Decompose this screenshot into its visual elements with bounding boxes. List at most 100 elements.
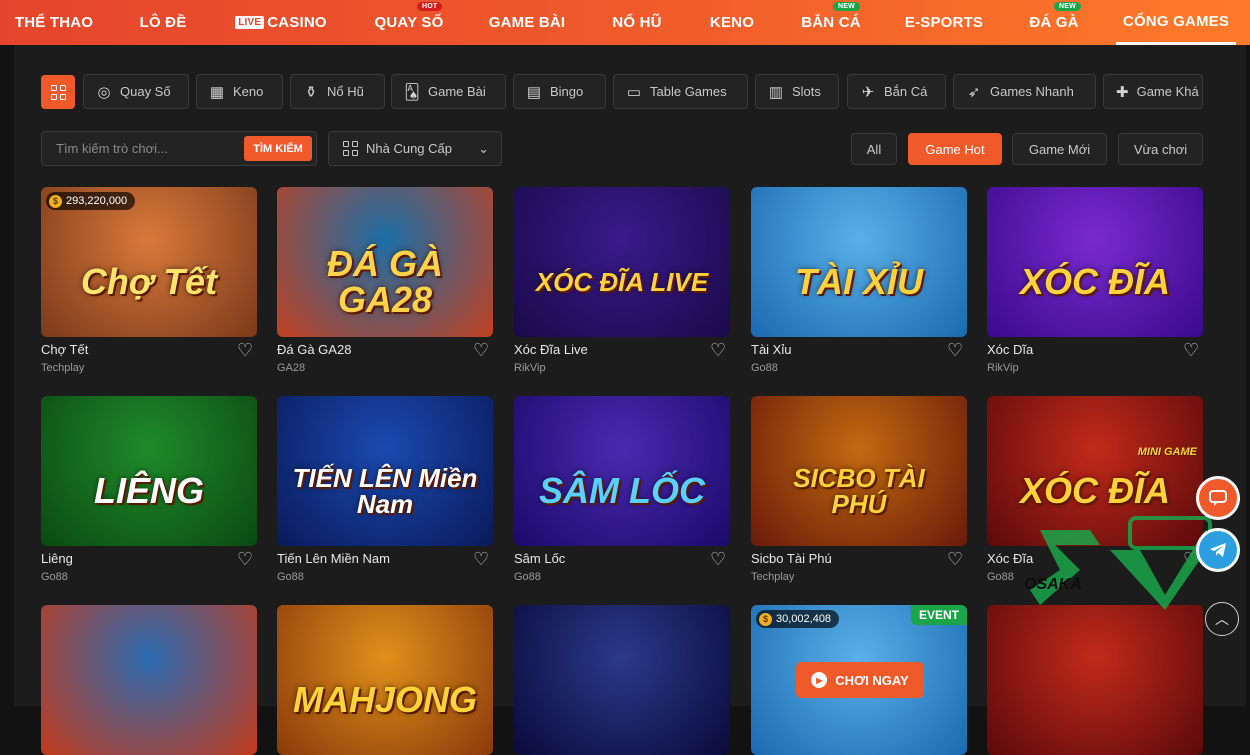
favorite-heart-icon[interactable]: ♡ — [710, 550, 728, 568]
game-provider: Go88 — [751, 362, 778, 374]
puzzle-icon: ✚ — [1116, 83, 1129, 101]
game-card[interactable]: TIẾN LÊN Miền Nam Tiến Lên Miền Nam Go88 ♡ — [277, 396, 493, 583]
nav-item-game-bai[interactable]: GAME BÀI — [482, 0, 572, 45]
nav-item-casino[interactable]: LIVE CASINO — [228, 0, 334, 45]
favorite-heart-icon[interactable]: ♡ — [1183, 341, 1201, 359]
category-no-hu[interactable]: ⚱ Nổ Hũ — [290, 74, 385, 109]
favorite-heart-icon[interactable]: ♡ — [237, 341, 255, 359]
filter-game-hot[interactable]: Game Hot — [908, 133, 1002, 165]
category-keno[interactable]: ▦ Keno — [196, 74, 283, 109]
category-quay-so[interactable]: ◎ Quay Số — [83, 74, 189, 109]
nav-label: GAME BÀI — [488, 14, 566, 31]
game-provider: RikVip — [987, 362, 1019, 374]
nav-item-no-hu[interactable]: NỔ HŨ — [604, 0, 670, 45]
game-thumbnail[interactable]: XÓC ĐĨA — [987, 187, 1203, 337]
nav-item-da-ga[interactable]: ĐÁ GÀ NEW — [1020, 0, 1088, 45]
search-input[interactable] — [42, 132, 242, 165]
game-thumbnail[interactable]: SICBO TÀI PHÚ — [751, 396, 967, 546]
game-card[interactable]: $30,002,408 EVENT ▶ CHƠI NGAY — [751, 605, 967, 755]
game-thumbnail[interactable]: XÓC ĐĨA LIVE — [514, 187, 730, 337]
game-thumbnail[interactable]: LIÊNG — [41, 396, 257, 546]
game-thumbnail[interactable]: TÀI XỈU — [751, 187, 967, 337]
category-games-nhanh[interactable]: ➶ Games Nhanh — [953, 74, 1096, 109]
jackpot-badge: $293,220,000 — [46, 192, 136, 210]
favorite-heart-icon[interactable]: ♡ — [473, 341, 491, 359]
nav-item-cong-games[interactable]: CỔNG GAMES — [1116, 0, 1236, 45]
category-table-games[interactable]: ▭ Table Games — [613, 74, 748, 109]
category-label: Games Nhanh — [990, 84, 1074, 99]
nav-item-e-sports[interactable]: E-SPORTS — [898, 0, 990, 45]
play-now-label: CHƠI NGAY — [835, 672, 909, 688]
game-card[interactable]: Chợ Tết $293,220,000 Chợ Tết Techplay ♡ — [41, 187, 257, 374]
slots-icon: ▥ — [768, 83, 784, 101]
game-card[interactable] — [514, 605, 730, 755]
game-name: Chợ Tết — [41, 342, 89, 357]
game-card[interactable] — [41, 605, 257, 755]
scroll-to-top-button[interactable]: ︿ — [1205, 602, 1239, 636]
game-card[interactable]: XÓC ĐĨA LIVE Xóc Đĩa Live RikVip ♡ — [514, 187, 730, 374]
game-card[interactable]: TÀI XỈU Tài Xỉu Go88 ♡ — [751, 187, 967, 374]
category-ban-ca[interactable]: ✈ Bắn Cá — [847, 74, 946, 109]
category-label: Bingo — [550, 84, 584, 99]
nav-item-lo-de[interactable]: LÔ ĐỀ — [125, 0, 201, 45]
game-card[interactable] — [987, 605, 1203, 755]
nav-item-the-thao[interactable]: THỂ THAO — [8, 0, 100, 45]
new-badge: NEW — [1054, 2, 1081, 11]
telegram-button[interactable] — [1196, 528, 1240, 572]
game-thumbnail[interactable]: Chợ Tết $293,220,000 — [41, 187, 257, 337]
game-thumbnail[interactable]: ĐÁ GÀ GA28 — [277, 187, 493, 337]
game-thumbnail[interactable] — [987, 605, 1203, 755]
game-card[interactable]: LIÊNG Liêng Go88 ♡ — [41, 396, 257, 583]
game-provider: Go88 — [277, 571, 304, 583]
game-card[interactable]: ĐÁ GÀ GA28 Đá Gà GA28 GA28 ♡ — [277, 187, 493, 374]
mini-game-label: MINI GAME — [1137, 446, 1197, 458]
new-badge: NEW — [833, 2, 860, 11]
game-card[interactable]: MAHJONG — [277, 605, 493, 755]
game-thumbnail[interactable]: $30,002,408 EVENT ▶ CHƠI NGAY — [751, 605, 967, 755]
favorite-heart-icon[interactable]: ♡ — [473, 550, 491, 568]
provider-select[interactable]: Nhà Cung Cấp ⌄ — [328, 131, 502, 166]
event-badge: EVENT — [910, 605, 967, 625]
game-provider: Go88 — [41, 571, 68, 583]
favorite-heart-icon[interactable]: ♡ — [947, 550, 965, 568]
play-now-button[interactable]: ▶ CHƠI NGAY — [796, 662, 924, 698]
category-label: Slots — [792, 84, 821, 99]
category-game-kha[interactable]: ✚ Game Khá — [1103, 74, 1203, 109]
nav-item-ban-ca[interactable]: BẮN CÁ NEW — [795, 0, 867, 45]
filter-vua-choi[interactable]: Vừa chơi — [1118, 133, 1203, 165]
game-art-title: MAHJONG — [292, 679, 477, 720]
game-name: Xóc Dĩa — [987, 342, 1034, 357]
category-all-button[interactable] — [41, 75, 75, 109]
search-button[interactable]: TÌM KIẾM — [244, 136, 312, 161]
jackpot-amount: 293,220,000 — [66, 195, 128, 207]
filter-game-moi[interactable]: Game Mới — [1012, 133, 1107, 165]
play-icon: ▶ — [811, 672, 828, 688]
category-label: Bắn Cá — [884, 84, 928, 99]
category-bingo[interactable]: ▤ Bingo — [513, 74, 606, 109]
game-card[interactable]: SICBO TÀI PHÚ Sicbo Tài Phú Techplay ♡ — [751, 396, 967, 583]
category-slots[interactable]: ▥ Slots — [755, 74, 839, 109]
favorite-heart-icon[interactable]: ♡ — [947, 341, 965, 359]
chat-button[interactable] — [1196, 476, 1240, 520]
game-card[interactable]: XÓC ĐĨA Xóc Dĩa RikVip ♡ — [987, 187, 1203, 374]
game-thumbnail[interactable] — [41, 605, 257, 755]
jackpot-badge: $30,002,408 — [756, 610, 840, 628]
bingo-icon: ▤ — [526, 83, 542, 101]
game-thumbnail[interactable]: TIẾN LÊN Miền Nam — [277, 396, 493, 546]
game-card[interactable]: XÓC ĐĨA MINI GAME Xóc Đĩa Go88 ♡ — [987, 396, 1203, 583]
filter-all[interactable]: All — [851, 133, 897, 165]
nav-item-quay-so[interactable]: QUAY SỐ HOT — [365, 0, 453, 45]
search-box: TÌM KIẾM — [41, 131, 317, 166]
game-thumbnail[interactable]: XÓC ĐĨA MINI GAME — [987, 396, 1203, 546]
game-art-title: LIÊNG — [93, 470, 204, 511]
nav-label: THỂ THAO — [14, 14, 94, 31]
game-thumbnail[interactable] — [514, 605, 730, 755]
nav-item-keno[interactable]: KENO — [700, 0, 764, 45]
game-card[interactable]: SÂM LỐC Sâm Lốc Go88 ♡ — [514, 396, 730, 583]
game-provider: Go88 — [514, 571, 541, 583]
game-thumbnail[interactable]: SÂM LỐC — [514, 396, 730, 546]
favorite-heart-icon[interactable]: ♡ — [710, 341, 728, 359]
game-thumbnail[interactable]: MAHJONG — [277, 605, 493, 755]
favorite-heart-icon[interactable]: ♡ — [237, 550, 255, 568]
category-game-bai[interactable]: 🂡 Game Bài — [391, 74, 506, 109]
